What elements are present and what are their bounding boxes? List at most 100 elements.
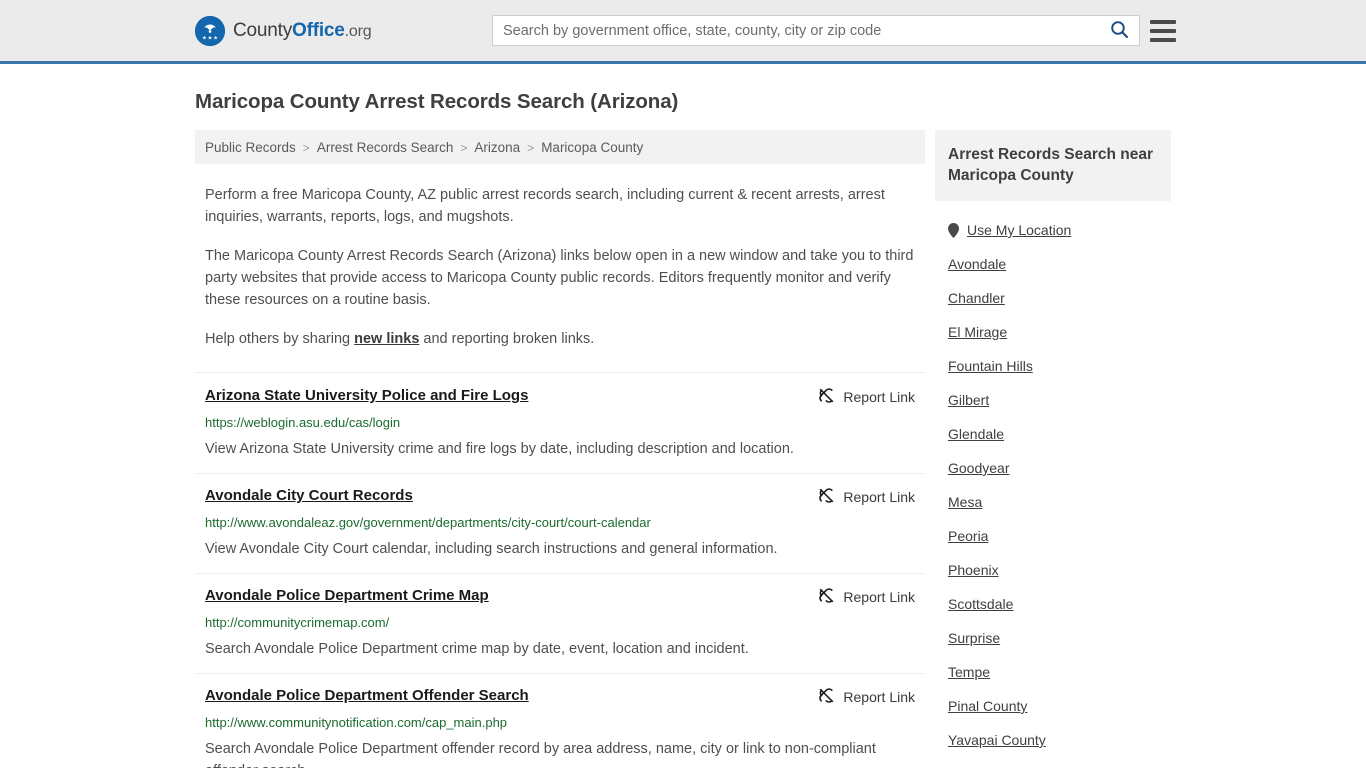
link-result-url: http://www.avondaleaz.gov/government/dep… [205,515,651,530]
link-result-url: http://www.communitynotification.com/cap… [205,715,508,730]
sidebar-item-scottsdale[interactable]: Scottsdale [948,587,1158,621]
report-link-label: Report Link [843,689,915,705]
content-row: Public Records > Arrest Records Search >… [195,130,1171,768]
sidebar-item-label[interactable]: Peoria [948,528,988,544]
sidebar-item-label[interactable]: Goodyear [948,460,1009,476]
sidebar-item-label[interactable]: Pinal County [948,698,1027,714]
site-header: CountyOffice.org [0,0,1366,64]
breadcrumb-separator: > [527,140,535,155]
sidebar-item-pinal-county[interactable]: Pinal County [948,689,1158,723]
report-link-button[interactable]: Report Link [818,386,915,407]
sidebar-item-mesa[interactable]: Mesa [948,485,1158,519]
intro-paragraph-3: Help others by sharing new links and rep… [205,328,915,350]
broken-link-icon [818,387,835,407]
logo-text-org: .org [344,22,372,40]
link-result-header: Avondale Police Department Crime Map Rep… [205,586,915,607]
report-link-button[interactable]: Report Link [818,586,915,607]
site-logo-text: CountyOffice.org [233,19,372,42]
breadcrumb-item-maricopa-county: Maricopa County [541,140,644,155]
sidebar-item-tempe[interactable]: Tempe [948,655,1158,689]
sidebar-item-surprise[interactable]: Surprise [948,621,1158,655]
broken-link-icon [818,587,835,607]
sidebar-item-label[interactable]: Chandler [948,290,1005,306]
link-result-item: Avondale Police Department Crime Map Rep… [195,574,925,674]
link-result-header: Avondale City Court Records Report Link [205,486,915,507]
search-bar [492,15,1140,46]
sidebar-item-avondale[interactable]: Avondale [948,247,1158,281]
main-column: Public Records > Arrest Records Search >… [195,130,925,768]
breadcrumb-item-public-records[interactable]: Public Records [205,140,296,155]
intro-text-after-link: and reporting broken links. [419,331,595,347]
sidebar-item-el-mirage[interactable]: El Mirage [948,315,1158,349]
hamburger-menu-icon [1150,19,1176,24]
sidebar-item-label[interactable]: Mesa [948,494,982,510]
breadcrumb-item-arizona[interactable]: Arizona [474,140,520,155]
report-link-label: Report Link [843,589,915,605]
report-link-button[interactable]: Report Link [818,686,915,707]
page-title: Maricopa County Arrest Records Search (A… [195,90,679,113]
sidebar-item-label[interactable]: Scottsdale [948,596,1013,612]
use-my-location-link[interactable]: Use My Location [967,222,1071,238]
intro-text-before-link: Help others by sharing [205,331,355,347]
link-results-list: Arizona State University Police and Fire… [195,372,925,768]
breadcrumb: Public Records > Arrest Records Search >… [195,130,925,164]
link-result-description: View Arizona State University crime and … [205,441,794,457]
sidebar-item-fountain-hills[interactable]: Fountain Hills [948,349,1158,383]
hamburger-menu-icon [1150,37,1176,42]
sidebar-heading: Arrest Records Search near Maricopa Coun… [935,130,1171,201]
breadcrumb-separator: > [302,140,310,155]
sidebar-item-label[interactable]: Surprise [948,630,1000,646]
sidebar-item-label[interactable]: Gilbert [948,392,989,408]
report-link-button[interactable]: Report Link [818,486,915,507]
sidebar-item-use-my-location[interactable]: Use My Location [948,213,1158,247]
sidebar-nearby-list: Use My Location Avondale Chandler El Mirag… [935,213,1171,757]
link-result-title[interactable]: Avondale Police Department Crime Map [205,586,489,606]
link-result-description: View Avondale City Court calendar, inclu… [205,541,778,557]
broken-link-icon [818,487,835,507]
hamburger-menu-button[interactable] [1150,19,1176,42]
page-container: Maricopa County Arrest Records Search (A… [0,90,1366,768]
hamburger-menu-icon [1150,28,1176,33]
link-result-title[interactable]: Arizona State University Police and Fire… [205,386,528,406]
intro-paragraph-1: Perform a free Maricopa County, AZ publi… [205,187,885,225]
site-logo[interactable]: CountyOffice.org [195,15,372,46]
sidebar-item-gilbert[interactable]: Gilbert [948,383,1158,417]
link-result-item: Avondale Police Department Offender Sear… [195,674,925,768]
logo-text-county: County [233,19,293,41]
search-icon [1110,20,1129,42]
broken-link-icon [818,687,835,707]
sidebar-item-label[interactable]: Phoenix [948,562,999,578]
sidebar-item-label[interactable]: Tempe [948,664,990,680]
sidebar: Arrest Records Search near Maricopa Coun… [935,130,1171,768]
sidebar-item-peoria[interactable]: Peoria [948,519,1158,553]
link-result-url: http://communitycrimemap.com/ [205,615,390,630]
link-result-url: https://weblogin.asu.edu/cas/login [205,415,401,430]
map-pin-icon [948,222,959,238]
sidebar-item-chandler[interactable]: Chandler [948,281,1158,315]
new-links-link[interactable]: new links [354,331,419,347]
link-result-description: Search Avondale Police Department offend… [205,741,876,768]
intro-section: Perform a free Maricopa County, AZ publi… [195,184,925,350]
breadcrumb-separator: > [460,140,468,155]
breadcrumb-item-arrest-records-search[interactable]: Arrest Records Search [317,140,454,155]
sidebar-item-goodyear[interactable]: Goodyear [948,451,1158,485]
link-result-header: Avondale Police Department Offender Sear… [205,686,915,707]
eagle-seal-icon [195,15,225,46]
sidebar-item-label[interactable]: El Mirage [948,324,1007,340]
sidebar-item-label[interactable]: Avondale [948,256,1006,272]
sidebar-item-label[interactable]: Glendale [948,426,1004,442]
sidebar-item-glendale[interactable]: Glendale [948,417,1158,451]
report-link-label: Report Link [843,389,915,405]
sidebar-item-label[interactable]: Fountain Hills [948,358,1033,374]
link-result-title[interactable]: Avondale Police Department Offender Sear… [205,686,529,706]
sidebar-item-phoenix[interactable]: Phoenix [948,553,1158,587]
search-button[interactable] [1099,16,1139,45]
link-result-description: Search Avondale Police Department crime … [205,641,749,657]
intro-paragraph-2: The Maricopa County Arrest Records Searc… [205,248,914,308]
sidebar-item-yavapai-county[interactable]: Yavapai County [948,723,1158,757]
link-result-header: Arizona State University Police and Fire… [205,386,915,407]
sidebar-item-label[interactable]: Yavapai County [948,732,1046,748]
search-input[interactable] [493,16,1099,45]
link-result-item: Avondale City Court Records Report Link h… [195,474,925,574]
link-result-title[interactable]: Avondale City Court Records [205,486,413,506]
